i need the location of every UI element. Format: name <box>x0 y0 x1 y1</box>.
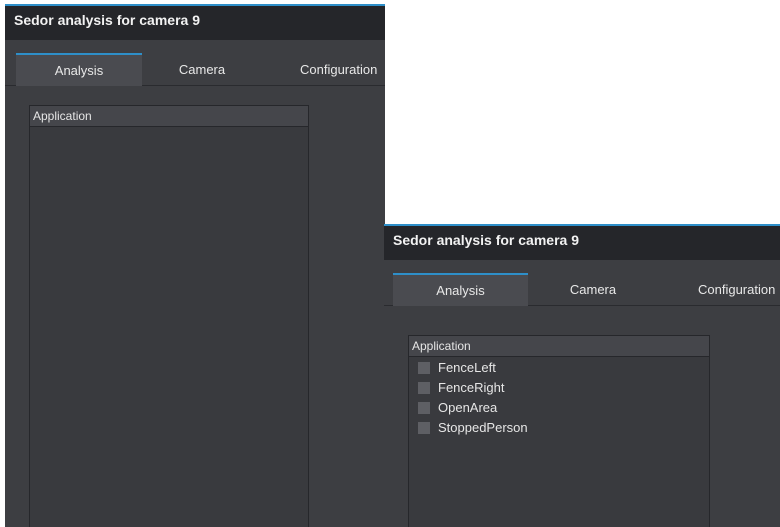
tab-analysis[interactable]: Analysis <box>393 273 528 306</box>
application-list-header: Application <box>409 336 709 357</box>
checkbox-icon[interactable] <box>418 422 430 434</box>
application-list-panel[interactable]: Application FenceLeft FenceRight OpenAre… <box>408 335 710 527</box>
checkbox-icon[interactable] <box>418 382 430 394</box>
tab-camera[interactable]: Camera <box>142 53 262 86</box>
application-item-label: OpenArea <box>438 400 498 415</box>
application-item-fenceleft[interactable]: FenceLeft <box>409 358 709 378</box>
sedor-analysis-window-populated: Sedor analysis for camera 9 Analysis Cam… <box>384 224 780 527</box>
checkbox-icon[interactable] <box>418 362 430 374</box>
analysis-tab-content: Application FenceLeft FenceRight OpenAre… <box>384 307 780 527</box>
application-item-openarea[interactable]: OpenArea <box>409 398 709 418</box>
tab-camera[interactable]: Camera <box>528 273 658 306</box>
tab-configuration[interactable]: Configuration <box>277 53 385 86</box>
analysis-tab-content: Application <box>5 87 385 527</box>
application-item-fenceright[interactable]: FenceRight <box>409 378 709 398</box>
application-list: FenceLeft FenceRight OpenArea StoppedPer… <box>409 357 709 438</box>
application-list-panel[interactable]: Application <box>29 105 309 527</box>
window-title: Sedor analysis for camera 9 <box>384 226 780 260</box>
window-title: Sedor analysis for camera 9 <box>5 6 385 40</box>
application-item-label: StoppedPerson <box>438 420 528 435</box>
tab-bar: Analysis Camera Configuration <box>384 260 780 306</box>
sedor-analysis-window-empty: Sedor analysis for camera 9 Analysis Cam… <box>5 4 385 527</box>
application-item-label: FenceRight <box>438 380 505 395</box>
tab-bar: Analysis Camera Configuration <box>5 40 385 86</box>
application-list <box>30 127 308 128</box>
tab-configuration[interactable]: Configuration <box>658 273 780 306</box>
checkbox-icon[interactable] <box>418 402 430 414</box>
tab-analysis[interactable]: Analysis <box>16 53 142 86</box>
application-list-header: Application <box>30 106 308 127</box>
application-item-label: FenceLeft <box>438 360 496 375</box>
application-item-stoppedperson[interactable]: StoppedPerson <box>409 418 709 438</box>
